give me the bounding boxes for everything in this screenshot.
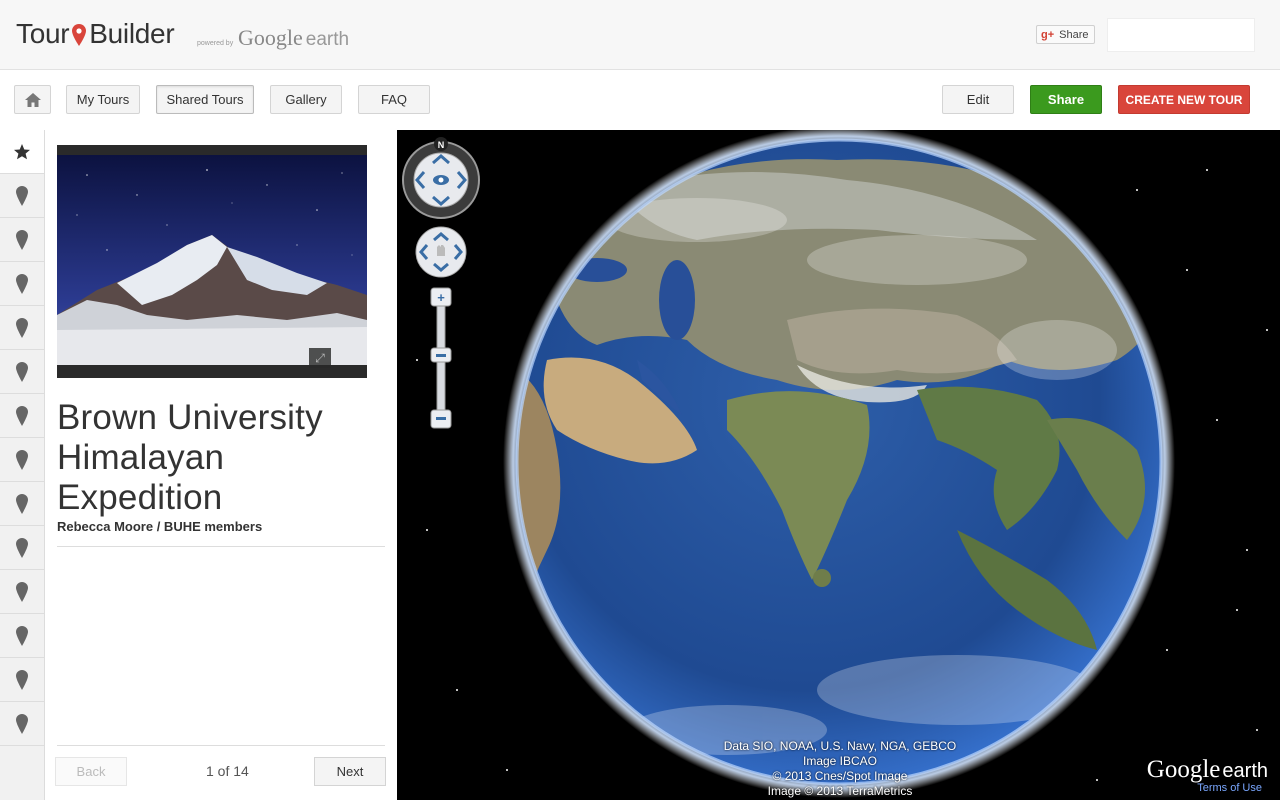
star <box>1256 729 1258 731</box>
rail-item-location[interactable] <box>0 394 44 438</box>
map-attribution: Data SIO, NOAA, U.S. Navy, NGA, GEBCO Ima… <box>715 739 965 799</box>
google-earth-map-logo: Google earth <box>1147 756 1268 784</box>
rail-item-location[interactable] <box>0 614 44 658</box>
compass-north-label: N <box>438 140 445 150</box>
google-wordmark: Google <box>238 25 303 50</box>
rail-item-location[interactable] <box>0 658 44 702</box>
star <box>1166 649 1168 651</box>
pin-icon <box>16 669 28 690</box>
rail-item-location[interactable] <box>0 350 44 394</box>
star <box>1216 419 1218 421</box>
my-tours-button[interactable]: My Tours <box>66 85 140 114</box>
svg-text:+: + <box>437 290 445 305</box>
rail-item-location[interactable] <box>0 526 44 570</box>
logo-text-tour: Tour <box>16 18 70 49</box>
rail-item-location[interactable] <box>0 570 44 614</box>
tour-author: Rebecca Moore / BUHE members <box>57 519 263 534</box>
attribution-line: Data SIO, NOAA, U.S. Navy, NGA, GEBCO <box>723 739 957 753</box>
star <box>426 529 428 531</box>
rail-item-location[interactable] <box>0 262 44 306</box>
gallery-button[interactable]: Gallery <box>270 85 342 114</box>
star <box>1236 609 1238 611</box>
google-plus-icon: g+ <box>1041 28 1055 41</box>
share-button[interactable]: Share <box>1030 85 1102 114</box>
star <box>506 769 508 771</box>
logo-text-builder: Builder <box>89 18 175 49</box>
map-logo-earth: earth <box>1222 760 1268 782</box>
rail-item-location[interactable] <box>0 482 44 526</box>
back-button[interactable]: Back <box>55 757 127 786</box>
attribution-line: Image © 2013 TerraMetrics <box>767 784 913 798</box>
powered-by-label: powered by <box>197 40 234 47</box>
story-photo[interactable]: ⤢ <box>57 145 367 378</box>
star <box>416 359 418 361</box>
rail-item-location[interactable] <box>0 218 44 262</box>
star <box>456 689 458 691</box>
star <box>1096 779 1098 781</box>
tour-title: Brown University Himalayan Expedition <box>57 398 323 517</box>
attribution-line: © 2013 Cnes/Spot Image <box>772 769 908 783</box>
home-button[interactable] <box>14 85 51 114</box>
google-plus-share-label: Share <box>1059 28 1089 41</box>
pin-icon <box>16 713 28 734</box>
rail-item-location[interactable] <box>0 702 44 746</box>
tour-builder-logo[interactable]: Tour Builder <box>16 18 175 50</box>
main-toolbar: My Tours Shared Tours Gallery FAQ Edit S… <box>0 71 1280 130</box>
expand-photo-icon[interactable]: ⤢ <box>309 348 331 368</box>
pin-icon <box>16 625 28 646</box>
terms-of-use-link[interactable]: Terms of Use <box>1197 782 1262 794</box>
star <box>1186 269 1188 271</box>
compass-control[interactable]: N <box>402 137 480 219</box>
mountain-photo <box>57 155 367 365</box>
faq-button[interactable]: FAQ <box>358 85 430 114</box>
star <box>1206 169 1208 171</box>
app-header: Tour Builder powered by Google earth g+ S… <box>0 0 1280 70</box>
pin-icon <box>16 361 28 382</box>
star <box>1246 549 1248 551</box>
rail-item-intro[interactable] <box>0 130 44 174</box>
title-divider <box>57 546 385 547</box>
zoom-slider[interactable]: + <box>430 287 452 429</box>
star-icon <box>14 143 30 159</box>
pin-icon <box>16 449 28 470</box>
pan-control[interactable] <box>415 226 467 278</box>
pin-icon <box>16 537 28 558</box>
pin-icon <box>16 229 28 250</box>
shared-tours-button[interactable]: Shared Tours <box>156 85 254 114</box>
google-earth-view[interactable]: N + Data SIO, NOAA, U.S. Navy, NGA, GEBC… <box>397 130 1280 800</box>
story-panel: ⤢ Brown University Himalayan Expedition … <box>45 130 397 800</box>
location-rail <box>0 130 45 800</box>
pin-icon <box>16 581 28 602</box>
page-counter: 1 of 14 <box>206 763 249 779</box>
logo-pin-icon <box>72 21 87 46</box>
footer-divider <box>57 745 385 746</box>
create-new-tour-button[interactable]: CREATE NEW TOUR <box>1118 85 1250 114</box>
pin-icon <box>16 493 28 514</box>
google-plus-share-button[interactable]: g+ Share <box>1036 25 1095 44</box>
rail-item-location[interactable] <box>0 174 44 218</box>
rail-item-location[interactable] <box>0 306 44 350</box>
home-icon <box>24 92 41 107</box>
globe[interactable]: N + <box>397 130 1280 800</box>
edit-button[interactable]: Edit <box>942 85 1014 114</box>
google-earth-logo: Google earth <box>238 25 349 51</box>
earth-wordmark: earth <box>305 29 350 50</box>
share-count-box <box>1107 18 1255 52</box>
star <box>1136 189 1138 191</box>
pin-icon <box>16 317 28 338</box>
pin-icon <box>16 405 28 426</box>
star <box>1266 329 1268 331</box>
rail-item-location[interactable] <box>0 438 44 482</box>
pin-icon <box>16 273 28 294</box>
attribution-line: Image IBCAO <box>802 754 878 768</box>
map-logo-google: Google <box>1146 756 1221 783</box>
pin-icon <box>16 185 28 206</box>
next-button[interactable]: Next <box>314 757 386 786</box>
